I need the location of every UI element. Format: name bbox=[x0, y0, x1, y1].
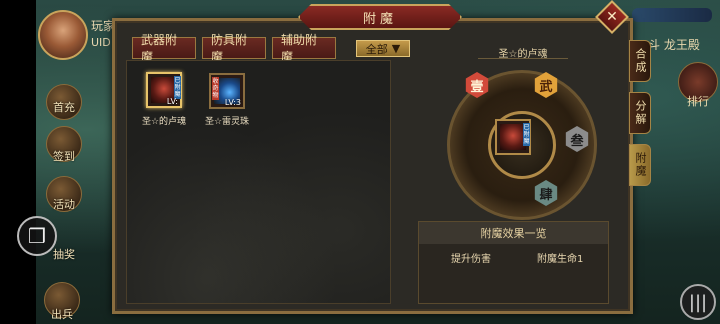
item-name: 圣☆的卢魂 bbox=[141, 117, 187, 127]
item-name: 圣☆雷灵珠 bbox=[204, 117, 250, 127]
item-slot-thunder-orb[interactable]: 收奇物 LV:3 bbox=[209, 73, 245, 109]
dispatch-label: 出兵 bbox=[51, 308, 73, 321]
map-title: 斗 龙王殿 bbox=[648, 38, 700, 52]
tab-synthesize[interactable]: 合成 bbox=[629, 40, 651, 82]
close-icon: ✕ bbox=[606, 9, 618, 25]
player-avatar[interactable] bbox=[38, 10, 88, 60]
tab-aux-enchant[interactable]: 辅助附魔 bbox=[272, 33, 336, 64]
artifact-tag: 收奇物 bbox=[212, 77, 219, 100]
selected-item-slot[interactable]: 已附魔 bbox=[495, 119, 531, 155]
item-slot-dilu-soul[interactable]: 已附魔 LV: bbox=[146, 72, 182, 108]
tab-armor-enchant[interactable]: 防具附魔 bbox=[202, 33, 266, 64]
item-level: LV:3 bbox=[224, 98, 241, 107]
screen-left-bar bbox=[0, 0, 36, 324]
filter-dropdown[interactable]: 全部 ▼ bbox=[356, 40, 410, 57]
tab-enchant[interactable]: 附魔 bbox=[629, 144, 651, 186]
first-charge-label: 首充 bbox=[53, 101, 75, 114]
ranking-label: 排行 bbox=[687, 95, 709, 108]
item-level: LV: bbox=[166, 97, 178, 106]
tab-decompose[interactable]: 分解 bbox=[629, 92, 651, 134]
effect-summary: 附魔效果一览 提升伤害 附魔生命1 bbox=[418, 221, 609, 304]
effect-item: 附魔生命1 bbox=[537, 254, 584, 265]
tab-weapon-enchant[interactable]: 武器附魔 bbox=[132, 33, 196, 64]
event-label: 活动 bbox=[53, 198, 75, 211]
dialog-title: 附魔 bbox=[298, 4, 462, 30]
enchanted-tag: 已附魔 bbox=[523, 123, 530, 146]
effect-item: 提升伤害 bbox=[451, 254, 491, 265]
filter-label: 全部 bbox=[365, 42, 388, 56]
resource-bar bbox=[632, 8, 712, 22]
player-uid: UID bbox=[91, 36, 111, 49]
chevron-down-icon: ▼ bbox=[391, 42, 401, 55]
effect-summary-title: 附魔效果一览 bbox=[419, 222, 608, 244]
selected-item-title: 圣☆的卢魂 bbox=[478, 45, 568, 60]
sign-in-label: 签到 bbox=[53, 150, 75, 163]
menu-icon[interactable]: ||| bbox=[680, 284, 716, 320]
cube-icon[interactable]: ❒ bbox=[17, 216, 57, 256]
enchanted-tag: 已附魔 bbox=[174, 76, 181, 99]
